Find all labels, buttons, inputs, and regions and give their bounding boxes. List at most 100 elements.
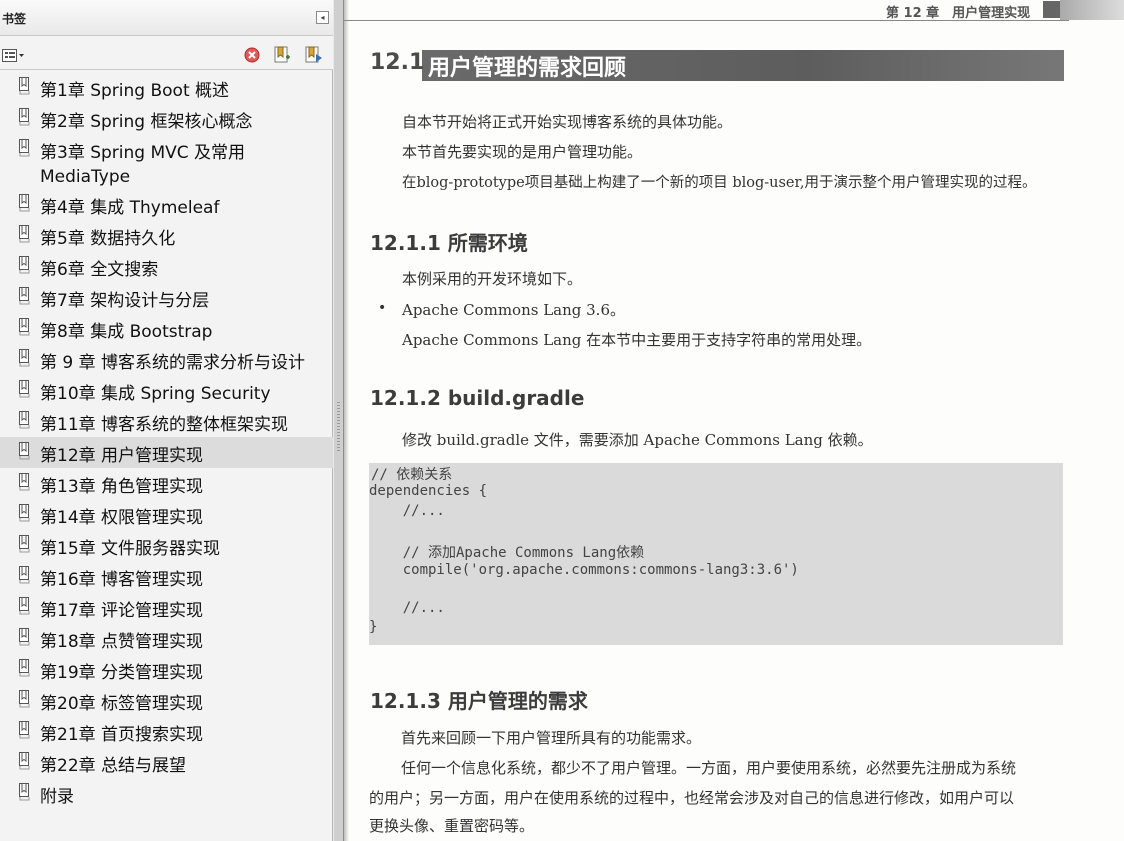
bookmark-label: 第1章 Spring Boot 概述: [40, 81, 230, 101]
bookmark-item[interactable]: 第6章 全文搜索: [0, 251, 333, 282]
bookmark-item[interactable]: 第17章 评论管理实现: [0, 592, 333, 623]
bullet-dot: •: [378, 300, 387, 316]
bookmark-item[interactable]: 附录: [0, 778, 333, 809]
bookmark-item[interactable]: 第1章 Spring Boot 概述: [0, 72, 333, 103]
paragraph-line: 的用户；另一方面，用户在使用系统的过程中，也经常会涉及对自己的信息进行修改，如用…: [369, 789, 1015, 807]
bookmark-item[interactable]: 第2章 Spring 框架核心概念: [0, 103, 333, 134]
bookmark-icon: [18, 256, 33, 274]
section-number: 12.1: [370, 50, 425, 75]
paragraph: 首先来回顾一下用户管理所具有的功能需求。: [401, 729, 702, 747]
bookmark-item[interactable]: 第5章 数据持久化: [0, 220, 333, 251]
bookmark-item[interactable]: 第11章 博客系统的整体框架实现: [0, 406, 333, 437]
bookmark-item[interactable]: 第19章 分类管理实现: [0, 654, 333, 685]
code-line: //...: [369, 600, 445, 616]
bookmark-label: 第21章 首页搜索实现: [40, 725, 204, 745]
bullet-text: Apache Commons Lang 3.6。: [402, 301, 625, 319]
intro-line: 自本节开始将正式开始实现博客系统的具体功能。: [402, 113, 733, 131]
bookmark-item[interactable]: 第18章 点赞管理实现: [0, 623, 333, 654]
new-bookmark-icon[interactable]: [272, 45, 292, 65]
running-head-marker: [1043, 1, 1060, 18]
bookmark-item[interactable]: 第12章 用户管理实现: [0, 437, 333, 468]
code-line: dependencies {: [369, 483, 488, 499]
bookmark-label: 第22章 总结与展望: [40, 756, 187, 776]
bookmark-label: 附录: [40, 787, 74, 807]
bookmark-icon: [18, 225, 33, 243]
bookmark-label: 第20章 标签管理实现: [40, 694, 204, 714]
bookmark-label: 第15章 文件服务器实现: [40, 539, 221, 559]
bookmark-label: 第13章 角色管理实现: [40, 477, 204, 497]
bookmark-label: 第18章 点赞管理实现: [40, 632, 204, 652]
intro-line: 本节首先要实现的是用户管理功能。: [402, 143, 643, 161]
bookmarks-panel: 书签 ◂ 第1章 Spring Boot 概述 第2章 Spring 框架核心概…: [0, 0, 333, 841]
bookmark-label: 第6章 全文搜索: [40, 260, 159, 280]
bookmark-item[interactable]: 第10章 集成 Spring Security: [0, 375, 333, 406]
bookmark-icon: [18, 473, 33, 491]
panel-header: 书签 ◂: [0, 0, 333, 36]
running-head: 第 12 章 用户管理实现: [886, 6, 1031, 21]
intro-line: 在blog-prototype项目基础上构建了一个新的项目 blog-user,…: [402, 175, 1037, 191]
options-menu-icon[interactable]: [2, 48, 26, 62]
subsection-heading: 12.1.2 build.gradle: [370, 386, 585, 410]
bookmarks-toolbar: [0, 36, 333, 70]
bookmark-icon: [18, 597, 33, 615]
bookmark-icon: [18, 77, 33, 95]
paragraph-line: 任何一个信息化系统，都少不了用户管理。一方面，用户要使用系统，必然要先注册成为系…: [401, 759, 1017, 777]
code-line: // 添加Apache Commons Lang依赖: [369, 545, 645, 561]
bookmark-item[interactable]: 第4章 集成 Thymeleaf: [0, 189, 333, 220]
bookmark-icon: [18, 628, 33, 646]
bookmark-icon: [18, 108, 33, 126]
bookmark-icon: [18, 139, 33, 157]
collapse-panel-button[interactable]: ◂: [316, 11, 329, 24]
code-line: //...: [369, 503, 445, 519]
bookmark-item[interactable]: 第7章 架构设计与分层: [0, 282, 333, 313]
bookmark-label: 第17章 评论管理实现: [40, 601, 204, 621]
bookmark-icon: [18, 659, 33, 677]
panel-title: 书签: [2, 12, 27, 26]
bookmark-label: 第4章 集成 Thymeleaf: [40, 198, 220, 218]
bookmark-label: 第5章 数据持久化: [40, 229, 176, 249]
code-line: // 依赖关系: [371, 467, 453, 483]
bookmark-item[interactable]: 第16章 博客管理实现: [0, 561, 333, 592]
bookmark-item[interactable]: 第8章 集成 Bootstrap: [0, 313, 333, 344]
code-line: compile('org.apache.commons:commons-lang…: [369, 562, 799, 578]
bookmark-icon: [18, 566, 33, 584]
code-line: }: [369, 619, 378, 635]
bookmark-icon: [18, 504, 33, 522]
bookmark-icon: [18, 535, 33, 553]
code-block: // 依赖关系 dependencies { //... // 添加Apache…: [369, 463, 1063, 645]
subsection-heading: 12.1.3 用户管理的需求: [370, 689, 588, 713]
bookmark-item[interactable]: 第14章 权限管理实现: [0, 499, 333, 530]
bookmark-item[interactable]: 第22章 总结与展望: [0, 747, 333, 778]
bookmark-label: 第19章 分类管理实现: [40, 663, 204, 683]
delete-bookmark-icon[interactable]: [244, 47, 260, 63]
bookmark-icon: [18, 287, 33, 305]
bookmark-icon: [18, 783, 33, 801]
panel-splitter[interactable]: [333, 0, 344, 841]
bookmark-icon: [18, 318, 33, 336]
bookmark-item[interactable]: 第 9 章 博客系统的需求分析与设计: [0, 344, 333, 375]
bookmark-label: 第 9 章 博客系统的需求分析与设计: [40, 353, 306, 373]
bookmark-icon: [18, 194, 33, 212]
page-edge-shadow: [344, 0, 349, 841]
document-page: 第 12 章 用户管理实现 12.1 用户管理的需求回顾 自本节开始将正式开始实…: [344, 0, 1124, 841]
bookmark-label: 第7章 架构设计与分层: [40, 291, 210, 311]
bookmark-icon: [18, 349, 33, 367]
bookmark-icon: [18, 442, 33, 460]
subsection-heading: 12.1.1 所需环境: [370, 231, 528, 255]
bookmark-label: 第14章 权限管理实现: [40, 508, 204, 528]
bookmark-list: 第1章 Spring Boot 概述第2章 Spring 框架核心概念 第3章 S…: [0, 72, 333, 809]
bookmark-item[interactable]: 第15章 文件服务器实现: [0, 530, 333, 561]
bookmark-item[interactable]: 第13章 角色管理实现: [0, 468, 333, 499]
bookmark-label: 第11章 博客系统的整体框架实现: [40, 415, 289, 435]
bookmark-item[interactable]: 第21章 首页搜索实现: [0, 716, 333, 747]
bookmark-label: 第8章 集成 Bootstrap: [40, 322, 213, 342]
bookmark-icon: [18, 380, 33, 398]
splitter-grip[interactable]: [337, 402, 340, 452]
expand-bookmark-icon[interactable]: [303, 45, 323, 65]
bookmark-label: 第2章 Spring 框架核心概念: [40, 112, 253, 132]
paragraph-line: 更换头像、重置密码等。: [369, 817, 535, 835]
bookmark-label: 第12章 用户管理实现: [40, 446, 204, 466]
header-rule: [344, 20, 1069, 21]
bookmark-item[interactable]: 第3章 Spring MVC 及常用 MediaType: [0, 134, 333, 189]
bookmark-item[interactable]: 第20章 标签管理实现: [0, 685, 333, 716]
